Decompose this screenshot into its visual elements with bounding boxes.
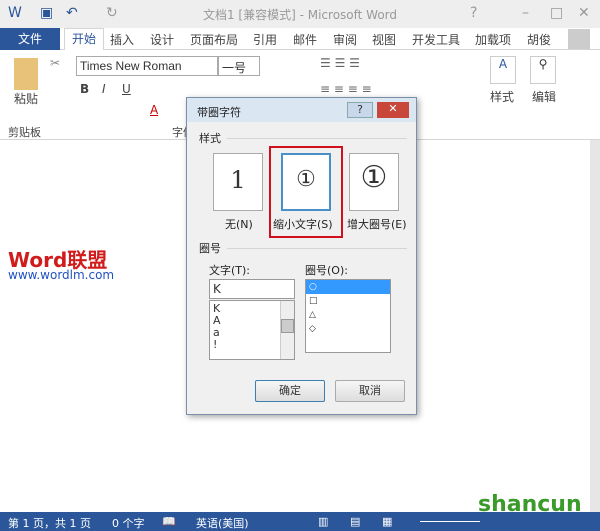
styles-button[interactable]: 样式 [490,88,514,105]
enclosure-list[interactable]: ○ □ △ ◇ [305,279,391,353]
tab-review[interactable]: 审阅 [333,31,357,48]
user-name[interactable]: 胡俊 [527,31,551,48]
read-mode-icon[interactable]: ▥ [318,515,328,528]
tab-layout[interactable]: 页面布局 [190,31,238,48]
title-bar: W ▣ ↶ ↻ 文档1 [兼容模式] - Microsoft Word ? – … [0,0,600,28]
tab-insert[interactable]: 插入 [110,31,134,48]
avatar[interactable] [568,29,590,49]
clipboard-group-label: 剪贴板 [8,126,41,139]
zoom-slider[interactable] [420,521,480,522]
dialog-title: 带圈字符 [197,106,241,119]
window-title: 文档1 [兼容模式] - Microsoft Word [202,8,398,22]
style-none-label[interactable]: 无(N) [225,216,253,232]
style-enlarge-preview: ① [360,160,388,195]
style-section-label: 样式 [199,132,221,145]
list-item[interactable]: ◇ [306,322,390,336]
print-layout-icon[interactable]: ▤ [350,515,360,528]
cut-icon[interactable]: ✂ [50,56,60,70]
minimize-icon[interactable]: – [522,5,529,21]
style-shrink-option[interactable]: ① [281,153,331,211]
dialog-title-bar: 带圈字符 ? ✕ [187,98,416,122]
word-count[interactable]: 0 个字 [112,515,145,531]
style-none-preview: 1 [230,166,246,194]
paste-button[interactable]: 粘贴 [14,90,38,107]
help-button[interactable]: ? [347,102,373,118]
divider [227,248,407,249]
language[interactable]: 英语(美国) [196,515,249,531]
page-count[interactable]: 第 1 页，共 1 页 [8,515,91,531]
style-enlarge-label[interactable]: 增大圈号(E) [347,216,407,232]
styles-icon[interactable]: A [490,56,516,84]
font-color-button[interactable]: A [150,103,158,117]
find-icon[interactable]: ⚲ [530,56,556,84]
status-bar: 第 1 页，共 1 页 0 个字 📖 英语(美国) ▥ ▤ ▦ [0,512,600,531]
scrollbar-thumb[interactable] [281,319,294,333]
italic-button[interactable]: I [102,82,106,96]
tab-design[interactable]: 设计 [150,31,174,48]
text-label: 文字(T): [209,264,251,277]
tab-file[interactable]: 文件 [0,28,60,50]
style-shrink-label[interactable]: 缩小文字(S) [273,216,333,232]
watermark-url: www.wordlm.com [8,268,115,282]
tab-mailings[interactable]: 邮件 [293,31,317,48]
paste-icon[interactable] [14,58,38,90]
style-none-option[interactable]: 1 [213,153,263,211]
web-layout-icon[interactable]: ▦ [382,515,392,528]
divider [227,138,407,139]
tab-home[interactable]: 开始 [64,28,104,51]
maximize-icon[interactable]: □ [550,5,563,21]
scrollbar[interactable] [280,301,294,359]
cancel-button[interactable]: 取消 [335,380,405,402]
editing-button[interactable]: 编辑 [532,88,556,105]
list-item-selected[interactable]: ○ [306,280,390,294]
font-size-select[interactable]: 一号 [218,56,260,76]
style-enlarge-option[interactable]: ① [349,153,399,211]
text-list[interactable]: K A a ! [209,300,295,360]
close-icon[interactable]: ✕ [578,5,590,21]
list-item[interactable]: △ [306,308,390,322]
tab-references[interactable]: 引用 [253,31,277,48]
ok-button[interactable]: 确定 [255,380,325,402]
text-input[interactable]: K [209,279,295,299]
tab-view[interactable]: 视图 [372,31,396,48]
dialog-close-button[interactable]: ✕ [377,102,409,118]
align-icons[interactable]: ≡ ≡ ≡ ≡ [320,82,372,96]
underline-button[interactable]: U [122,82,131,96]
proofing-icon[interactable]: 📖 [162,515,176,528]
help-icon[interactable]: ? [470,5,477,21]
tab-developer[interactable]: 开发工具 [412,31,460,48]
bullets-icon[interactable]: ☰ ☰ ☰ [320,56,360,70]
enclose-characters-dialog: 带圈字符 ? ✕ 样式 1 无(N) ① 缩小文字(S) ① 增大圈号(E) 圈… [186,97,417,415]
tab-addins[interactable]: 加载项 [475,31,511,48]
enclosure-section-label: 圈号 [199,242,221,255]
enclosure-label: 圈号(O): [305,264,348,277]
font-name-select[interactable]: Times New Roman [76,56,218,76]
style-shrink-preview: ① [296,167,316,192]
bold-button[interactable]: B [80,82,89,96]
list-item[interactable]: □ [306,294,390,308]
